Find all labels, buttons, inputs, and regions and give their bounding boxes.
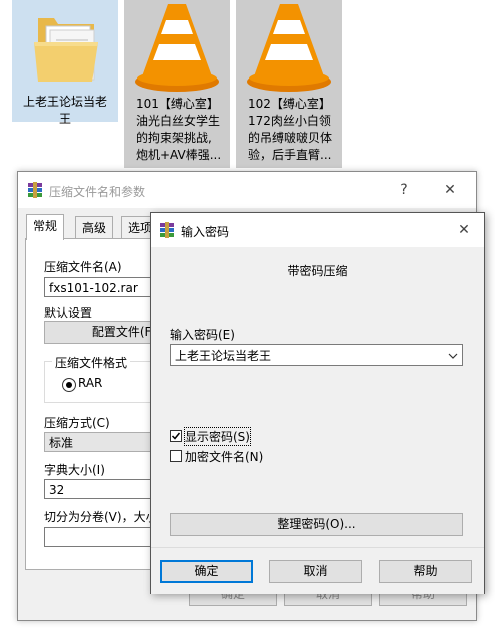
split-label: 切分为分卷(V)，大小 (44, 510, 158, 524)
ok-button[interactable]: 确定 (160, 560, 253, 583)
tab-advanced[interactable]: 高级 (75, 216, 114, 239)
defaults-label: 默认设置 (44, 306, 93, 320)
vlc-cone-icon (135, 4, 219, 92)
window-title: 输入密码 (181, 225, 230, 239)
vlc-cone-icon (247, 4, 331, 92)
file-label: 102【缚心室】 172肉丝小白领 的吊缚啵啵贝体 验，后手直臂... (248, 97, 333, 162)
format-group-label: 压缩文件格式 (52, 354, 131, 371)
dialog-heading: 带密码压缩 (287, 264, 348, 278)
show-password-checkbox[interactable] (170, 430, 182, 442)
window-title: 压缩文件名和参数 (49, 185, 146, 199)
chevron-down-icon[interactable] (448, 352, 458, 360)
password-field[interactable]: 上老王论坛当老王 (170, 344, 463, 366)
format-rar-label: RAR (78, 376, 103, 390)
help-title-button[interactable]: ? (384, 172, 424, 208)
file-label: 101【缚心室】 油光白丝女学生 的拘束架挑战, 炮机+AV棒强... (136, 97, 222, 162)
encrypt-filenames-label[interactable]: 加密文件名(N) (185, 448, 263, 465)
title-bar: 压缩文件名和参数 ? ✕ (18, 172, 476, 208)
winrar-icon (28, 182, 42, 198)
password-dialog: 输入密码 ✕ 带密码压缩 输入密码(E) 上老王论坛当老王 显示密码(S) 加密… (150, 212, 485, 594)
folder-icon (34, 18, 98, 82)
help-button[interactable]: 帮助 (379, 560, 472, 583)
organize-passwords-button[interactable]: 整理密码(O)... (170, 513, 463, 536)
cancel-button[interactable]: 取消 (269, 560, 362, 583)
file-tile-video-101[interactable]: 101【缚心室】 油光白丝女学生 的拘束架挑战, 炮机+AV棒强... (124, 0, 230, 168)
winrar-icon (160, 222, 174, 238)
password-value: 上老王论坛当老王 (175, 349, 272, 363)
method-label: 压缩方式(C) (44, 416, 110, 430)
dict-label: 字典大小(I) (44, 463, 105, 477)
close-icon[interactable]: ✕ (444, 213, 484, 247)
file-label: 上老王论坛当老 王 (22, 95, 107, 126)
archive-name-label: 压缩文件名(A) (44, 260, 122, 274)
show-password-label[interactable]: 显示密码(S) (184, 427, 251, 446)
format-rar-radio[interactable] (62, 378, 76, 392)
file-tile-video-102[interactable]: 102【缚心室】 172肉丝小白领 的吊缚啵啵贝体 验，后手直臂... (236, 0, 342, 168)
close-icon[interactable]: ✕ (430, 172, 470, 208)
enter-password-label: 输入密码(E) (170, 328, 235, 342)
file-tile-folder[interactable]: 上老王论坛当老 王 (12, 0, 118, 126)
encrypt-filenames-checkbox[interactable] (170, 450, 182, 462)
tab-general[interactable]: 常规 (26, 214, 65, 240)
title-bar: 输入密码 ✕ (151, 213, 484, 247)
